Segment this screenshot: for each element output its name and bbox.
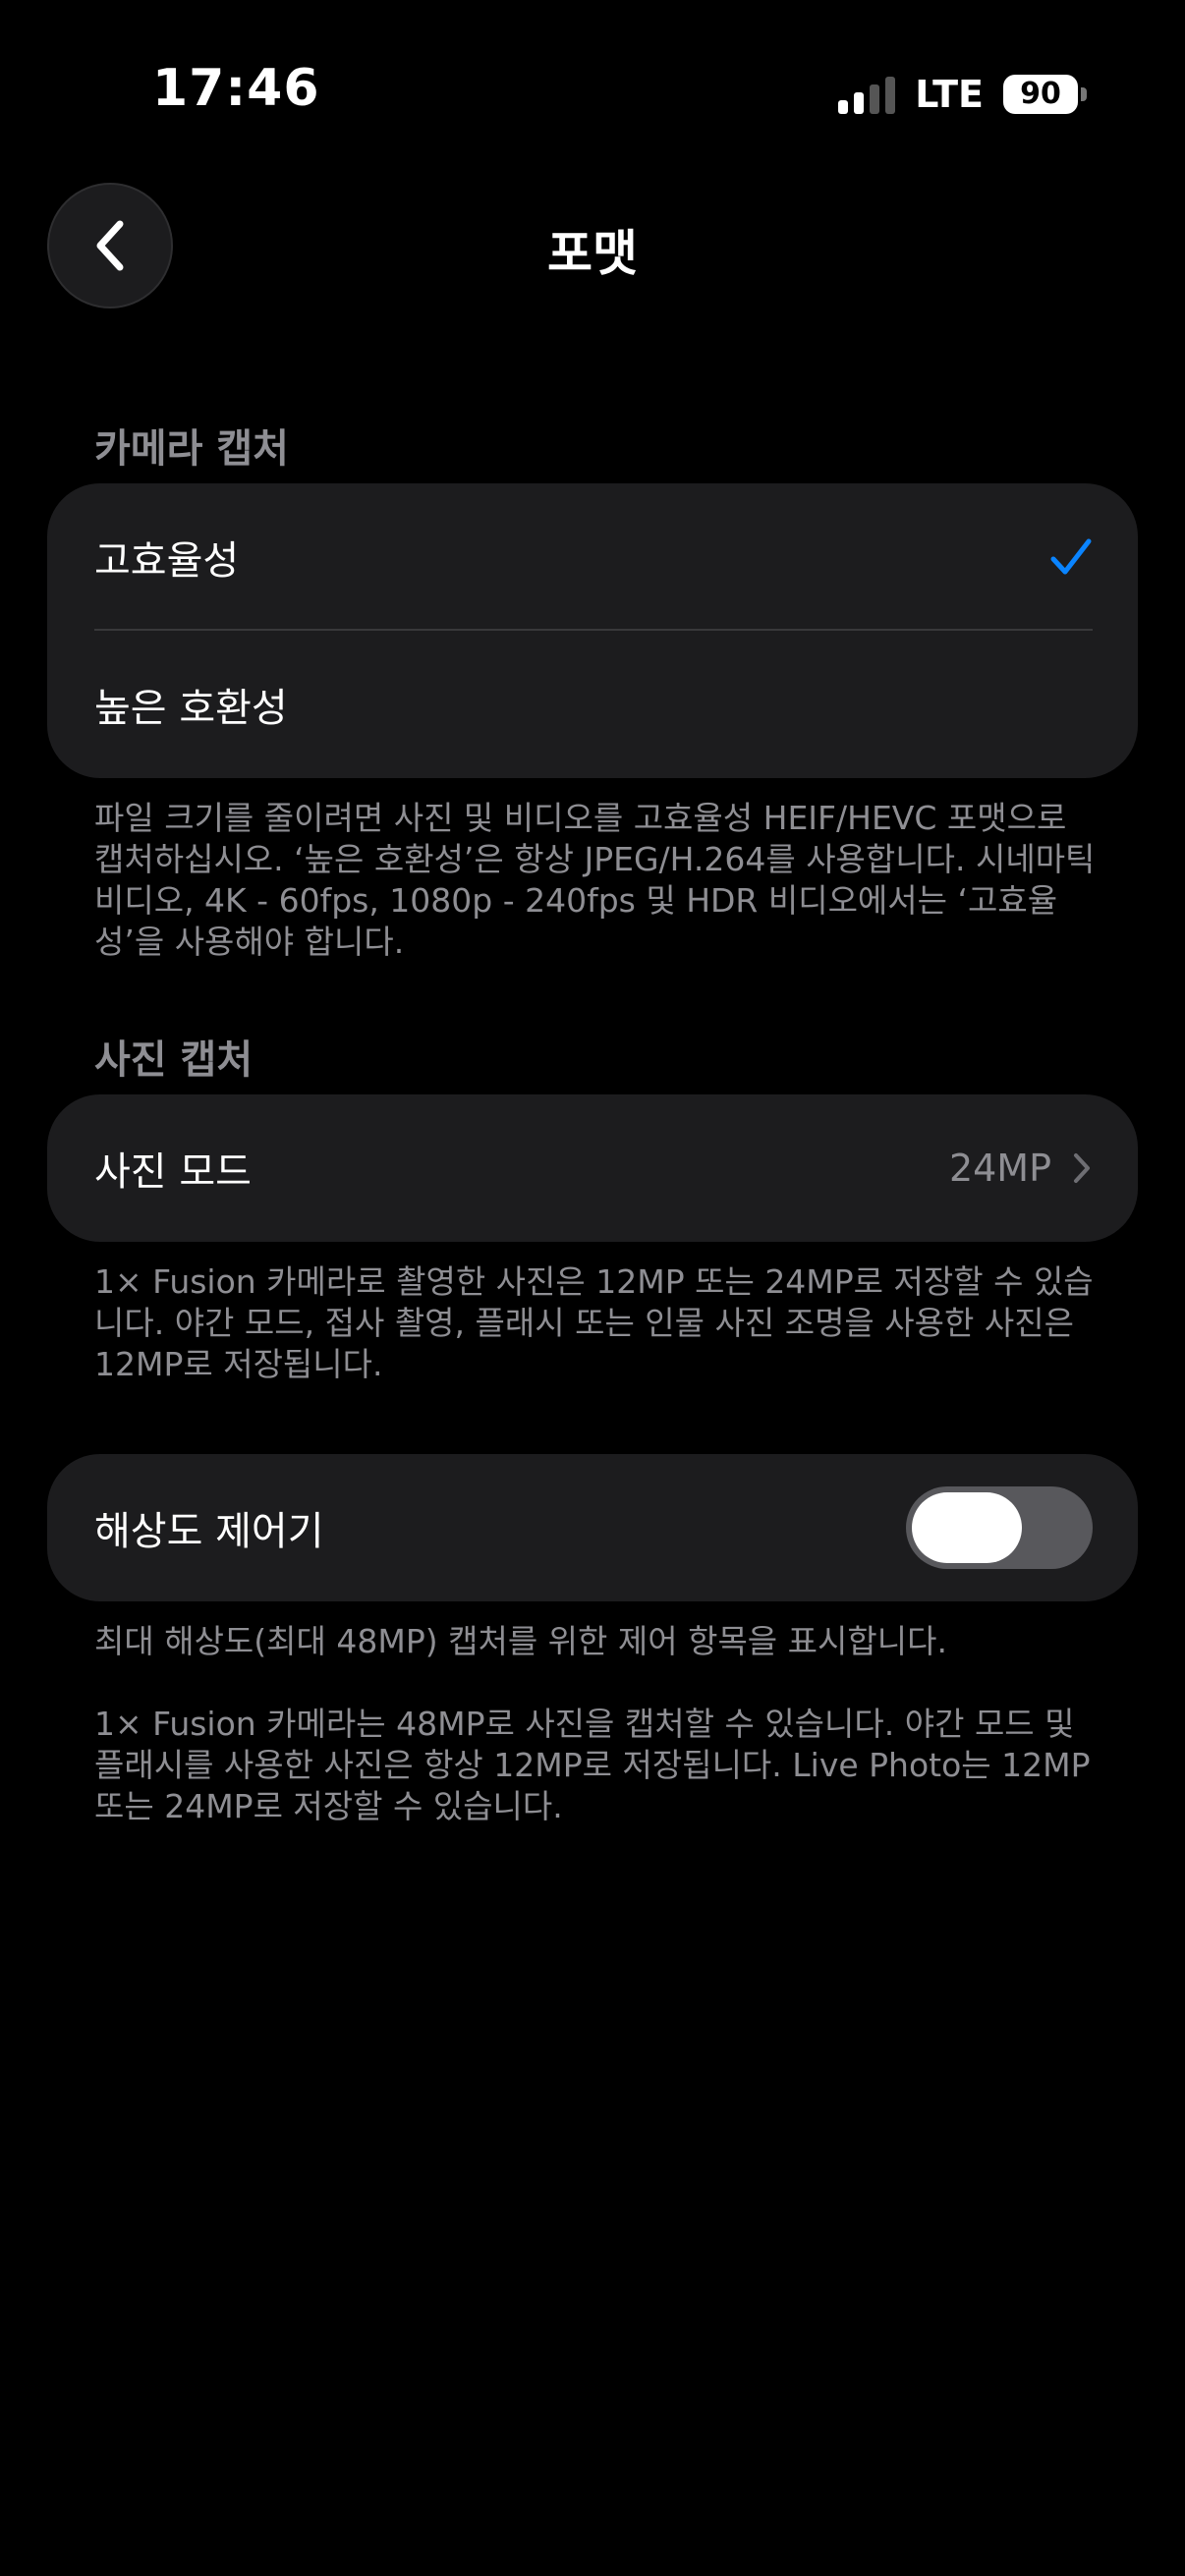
- battery-icon: 90: [1003, 75, 1087, 114]
- status-indicators: LTE 90: [838, 73, 1087, 116]
- cellular-signal-icon: [838, 75, 896, 114]
- network-type: LTE: [915, 73, 984, 116]
- checkmark-icon: [1050, 538, 1092, 575]
- camera-capture-group: 고효율성 높은 호환성: [47, 483, 1138, 778]
- resolution-control-row: 해상도 제어기: [47, 1454, 1138, 1601]
- section-header-camera-capture: 카메라 캡처: [94, 426, 289, 472]
- section-header-photo-capture: 사진 캡처: [94, 1037, 254, 1083]
- footer-text: 파일 크기를 줄이려면 사진 및 비디오를 고효율성 HEIF/HEVC 포맷으…: [94, 799, 1096, 961]
- option-label: 높은 호환성: [94, 686, 288, 731]
- photo-capture-group: 사진 모드 24MP: [47, 1094, 1138, 1242]
- footer-text-2: 1× Fusion 카메라는 48MP로 사진을 캡처할 수 있습니다. 야간 …: [94, 1705, 1091, 1825]
- photo-mode-value: 24MP: [948, 1147, 1051, 1190]
- camera-capture-footer: 파일 크기를 줄이려면 사진 및 비디오를 고효율성 HEIF/HEVC 포맷으…: [94, 798, 1097, 963]
- footer-text: 1× Fusion 카메라로 촬영한 사진은 12MP 또는 24MP로 저장할…: [94, 1262, 1094, 1383]
- photo-mode-row[interactable]: 사진 모드 24MP: [47, 1094, 1138, 1242]
- status-time: 17:46: [152, 59, 320, 118]
- photo-mode-label: 사진 모드: [94, 1149, 252, 1195]
- toggle-knob: [912, 1492, 1022, 1563]
- option-most-compatible[interactable]: 높은 호환성: [47, 631, 1138, 778]
- footer-text-1: 최대 해상도(최대 48MP) 캡처를 위한 제어 항목을 표시합니다.: [94, 1622, 947, 1660]
- battery-level: 90: [1003, 75, 1078, 114]
- option-label: 고효율성: [94, 538, 240, 584]
- resolution-control-toggle[interactable]: [906, 1486, 1093, 1569]
- option-high-efficiency[interactable]: 고효율성: [47, 483, 1138, 631]
- page-title: 포맷: [547, 225, 638, 282]
- status-bar: 17:46 LTE 90: [0, 0, 1185, 196]
- resolution-control-footer: 최대 해상도(최대 48MP) 캡처를 위한 제어 항목을 표시합니다. 1× …: [94, 1621, 1097, 1827]
- resolution-control-group: 해상도 제어기: [47, 1454, 1138, 1601]
- photo-capture-footer: 1× Fusion 카메라로 촬영한 사진은 12MP 또는 24MP로 저장할…: [94, 1261, 1097, 1385]
- chevron-right-icon: [1074, 1153, 1090, 1183]
- resolution-control-label: 해상도 제어기: [94, 1509, 324, 1554]
